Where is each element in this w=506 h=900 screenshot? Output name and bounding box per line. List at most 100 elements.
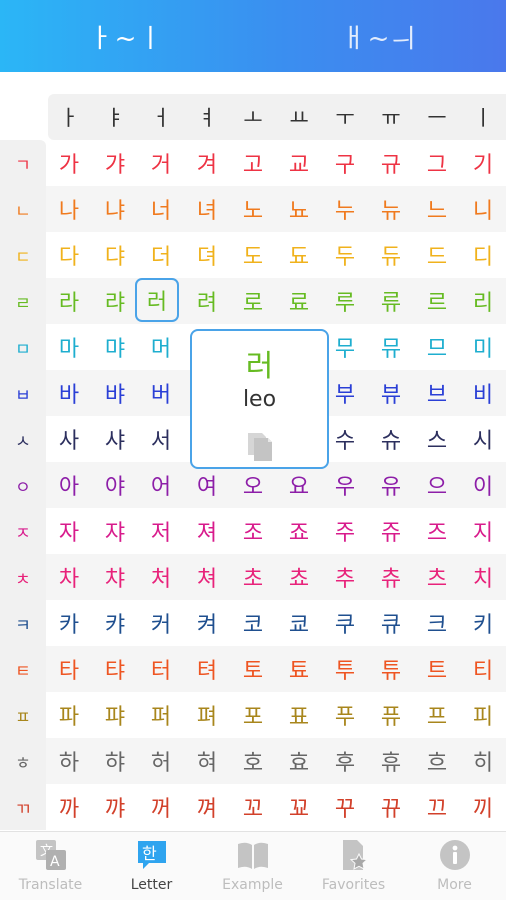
vowel-header-cell[interactable]: ㅗ	[230, 94, 276, 140]
syllable-cell[interactable]: 햐	[92, 738, 138, 784]
syllable-cell[interactable]: 뮤	[368, 324, 414, 370]
syllable-cell[interactable]: 바	[46, 370, 92, 416]
syllable-cell[interactable]: 휴	[368, 738, 414, 784]
syllable-cell[interactable]: 미	[460, 324, 506, 370]
syllable-cell[interactable]: 타	[46, 646, 92, 692]
syllable-cell[interactable]: 티	[460, 646, 506, 692]
syllable-cell[interactable]: 퍼	[138, 692, 184, 738]
syllable-cell[interactable]: 뉴	[368, 186, 414, 232]
syllable-cell[interactable]: 혀	[184, 738, 230, 784]
syllable-cell[interactable]: 꺼	[138, 784, 184, 830]
syllable-cell[interactable]: 켜	[184, 600, 230, 646]
syllable-cell[interactable]: 이	[460, 462, 506, 508]
syllable-cell[interactable]: 효	[276, 738, 322, 784]
syllable-cell[interactable]: 허	[138, 738, 184, 784]
syllable-cell[interactable]: 너	[138, 186, 184, 232]
syllable-cell[interactable]: 히	[460, 738, 506, 784]
syllable-cell[interactable]: 프	[414, 692, 460, 738]
syllable-cell[interactable]: 토	[230, 646, 276, 692]
syllable-cell[interactable]: 아	[46, 462, 92, 508]
syllable-cell[interactable]: 껴	[184, 784, 230, 830]
syllable-cell[interactable]: 텨	[184, 646, 230, 692]
syllable-cell[interactable]: 됴	[276, 232, 322, 278]
consonant-header-cell[interactable]: ㅊ	[0, 554, 46, 600]
nav-more[interactable]: More	[404, 832, 505, 900]
syllable-cell[interactable]: 류	[368, 278, 414, 324]
syllable-cell[interactable]: 뎌	[184, 232, 230, 278]
consonant-header-cell[interactable]: ㅎ	[0, 738, 46, 784]
syllable-cell[interactable]: 슈	[368, 416, 414, 462]
vowel-header-cell[interactable]: ㅑ	[92, 94, 138, 140]
syllable-cell[interactable]: 리	[460, 278, 506, 324]
syllable-cell[interactable]: 랴	[92, 278, 138, 324]
tab-basic-vowels[interactable]: ㅏ~ㅣ	[0, 0, 253, 72]
syllable-cell[interactable]: 듀	[368, 232, 414, 278]
nav-favorites[interactable]: Favorites	[303, 832, 404, 900]
syllable-cell[interactable]: 녀	[184, 186, 230, 232]
syllable-cell[interactable]: 다	[46, 232, 92, 278]
syllable-cell[interactable]: 뀨	[368, 784, 414, 830]
nav-letter[interactable]: 한 Letter	[101, 832, 202, 900]
syllable-cell[interactable]: 저	[138, 508, 184, 554]
syllable-cell[interactable]: 사	[46, 416, 92, 462]
syllable-cell[interactable]: 댜	[92, 232, 138, 278]
syllable-cell[interactable]: 더	[138, 232, 184, 278]
syllable-cell[interactable]: 브	[414, 370, 460, 416]
syllable-cell[interactable]: 즈	[414, 508, 460, 554]
syllable-cell[interactable]: 규	[368, 140, 414, 186]
syllable-cell[interactable]: 튜	[368, 646, 414, 692]
consonant-header-cell[interactable]: ㄴ	[0, 186, 46, 232]
syllable-cell[interactable]: 노	[230, 186, 276, 232]
syllable-cell[interactable]: 그	[414, 140, 460, 186]
syllable-cell[interactable]: 챠	[92, 554, 138, 600]
syllable-cell[interactable]: 꼬	[230, 784, 276, 830]
syllable-cell[interactable]: 쵸	[276, 554, 322, 600]
syllable-cell[interactable]: 툐	[276, 646, 322, 692]
syllable-cell[interactable]: 피	[460, 692, 506, 738]
consonant-header-cell[interactable]: ㅍ	[0, 692, 46, 738]
syllable-cell[interactable]: 으	[414, 462, 460, 508]
syllable-cell[interactable]: 파	[46, 692, 92, 738]
copy-icon[interactable]	[244, 429, 276, 463]
syllable-cell[interactable]: 도	[230, 232, 276, 278]
consonant-header-cell[interactable]: ㄹ	[0, 278, 46, 324]
syllable-cell[interactable]: 쟈	[92, 508, 138, 554]
syllable-cell[interactable]: 추	[322, 554, 368, 600]
syllable-cell[interactable]: 투	[322, 646, 368, 692]
syllable-cell[interactable]: 자	[46, 508, 92, 554]
vowel-header-cell[interactable]: ㅕ	[184, 94, 230, 140]
syllable-cell[interactable]: 비	[460, 370, 506, 416]
syllable-cell[interactable]: 쥬	[368, 508, 414, 554]
syllable-cell[interactable]: 겨	[184, 140, 230, 186]
syllable-cell[interactable]: 조	[230, 508, 276, 554]
syllable-cell[interactable]: 루	[322, 278, 368, 324]
syllable-cell[interactable]: 쳐	[184, 554, 230, 600]
syllable-cell[interactable]: 야	[92, 462, 138, 508]
syllable-cell[interactable]: 탸	[92, 646, 138, 692]
syllable-cell[interactable]: 포	[230, 692, 276, 738]
consonant-header-cell[interactable]: ㅅ	[0, 416, 46, 462]
consonant-header-cell[interactable]: ㅈ	[0, 508, 46, 554]
syllable-cell[interactable]: 버	[138, 370, 184, 416]
syllable-cell[interactable]: 누	[322, 186, 368, 232]
syllable-cell[interactable]: 표	[276, 692, 322, 738]
vowel-header-cell[interactable]: ㅠ	[368, 94, 414, 140]
syllable-cell[interactable]: 샤	[92, 416, 138, 462]
syllable-cell[interactable]: 려	[184, 278, 230, 324]
syllable-cell[interactable]: 후	[322, 738, 368, 784]
syllable-cell[interactable]: 주	[322, 508, 368, 554]
syllable-cell[interactable]: 시	[460, 416, 506, 462]
vowel-header-cell[interactable]: ㅓ	[138, 94, 184, 140]
syllable-cell[interactable]: 져	[184, 508, 230, 554]
syllable-cell[interactable]: 로	[230, 278, 276, 324]
syllable-cell[interactable]: 고	[230, 140, 276, 186]
consonant-header-cell[interactable]: ㅇ	[0, 462, 46, 508]
syllable-cell[interactable]: 끼	[460, 784, 506, 830]
syllable-cell[interactable]: 끄	[414, 784, 460, 830]
syllable-cell[interactable]: 큐	[368, 600, 414, 646]
syllable-cell[interactable]: 퓨	[368, 692, 414, 738]
syllable-cell[interactable]: 푸	[322, 692, 368, 738]
syllable-cell[interactable]: 호	[230, 738, 276, 784]
syllable-cell[interactable]: 트	[414, 646, 460, 692]
syllable-cell[interactable]: 유	[368, 462, 414, 508]
